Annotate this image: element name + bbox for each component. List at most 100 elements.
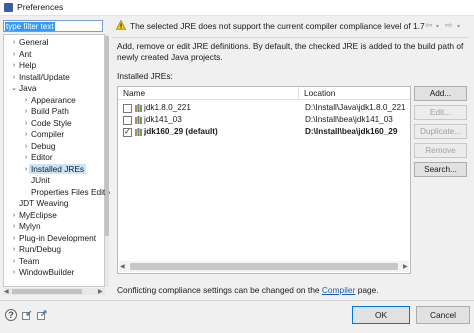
tree-item-label: Debug	[31, 140, 56, 151]
collapsed-chevron-icon[interactable]: ›	[22, 164, 30, 175]
table-scroll-left-icon[interactable]: ◀	[120, 263, 125, 270]
cancel-button[interactable]: Cancel	[416, 306, 470, 324]
ok-button[interactable]: OK	[352, 306, 410, 324]
tree-item[interactable]: › Code Style	[25, 118, 72, 129]
tree-item[interactable]: › Build Path	[25, 106, 69, 117]
tree-item[interactable]: › Help	[13, 60, 36, 71]
collapsed-chevron-icon[interactable]: ›	[10, 49, 18, 60]
remove-button[interactable]: Remove	[414, 143, 467, 158]
tree-item-label: Appearance	[31, 94, 76, 105]
tree-item[interactable]: Properties Files Edito	[31, 187, 110, 198]
tree-item[interactable]: › Run/Debug	[13, 244, 61, 255]
scroll-right-arrow-icon[interactable]: ▶	[98, 288, 103, 295]
jre-row[interactable]: jdk1.8.0_221 D:\Install\Java\jdk1.8.0_221	[118, 102, 410, 114]
tree-item[interactable]: › Editor	[25, 152, 53, 163]
jre-location: D:\Install\bea\jdk141_03	[305, 115, 393, 124]
collapsed-chevron-icon[interactable]: ›	[10, 37, 18, 48]
tree-item[interactable]: › MyEclipse	[13, 210, 57, 221]
footer-separator	[0, 300, 474, 301]
tree-item-label: Build Path	[31, 106, 69, 116]
tree-item-label: Ant	[19, 48, 32, 59]
tree-item[interactable]: › Installed JREs	[25, 163, 87, 175]
filter-text: type filter text	[5, 22, 55, 31]
jre-name: jdk1.8.0_221	[144, 103, 191, 112]
tree-item[interactable]: › Ant	[13, 48, 32, 60]
tree-item-label: Editor	[31, 152, 53, 162]
tree-item[interactable]: JUnit	[31, 175, 50, 186]
tree-item[interactable]: › Install/Update	[13, 71, 70, 83]
jre-checkbox[interactable]	[123, 116, 132, 125]
title-separator	[0, 15, 474, 16]
tree-item[interactable]: › Compiler	[25, 129, 65, 140]
collapsed-chevron-icon[interactable]: ›	[10, 233, 18, 244]
tree-item[interactable]: ⌄ Java	[11, 83, 37, 94]
collapsed-chevron-icon[interactable]: ›	[10, 267, 18, 278]
collapsed-chevron-icon[interactable]: ›	[10, 210, 18, 221]
table-horizontal-scrollbar[interactable]: ◀ ▶	[119, 261, 409, 272]
tree-item[interactable]: › General	[13, 37, 49, 48]
tree-item[interactable]: › Team	[13, 255, 40, 267]
add-button[interactable]: Add...	[414, 86, 467, 101]
table-scroll-thumb[interactable]	[130, 263, 398, 270]
help-icon[interactable]: ?	[5, 309, 17, 321]
tree-item[interactable]: JDT Weaving	[19, 198, 69, 209]
compliance-note: Conflicting compliance settings can be c…	[117, 285, 379, 295]
forward-menu-chevron-icon[interactable]: ▾	[457, 23, 460, 30]
duplicate-button[interactable]: Duplicate...	[414, 124, 467, 139]
collapsed-chevron-icon[interactable]: ›	[22, 118, 30, 129]
preferences-tree[interactable]: › General › Ant › Help › Install/Update ⌄ Java › Ap…	[3, 34, 110, 287]
collapsed-chevron-icon[interactable]: ›	[10, 256, 18, 267]
tree-item-label: Properties Files Edito	[31, 186, 110, 197]
tree-vertical-scroll-thumb[interactable]	[105, 36, 109, 236]
jre-row[interactable]: jdk141_03 D:\Install\bea\jdk141_03	[118, 114, 410, 126]
collapsed-chevron-icon[interactable]: ›	[22, 106, 30, 117]
warning-message: The selected JRE does not support the cu…	[130, 21, 425, 31]
collapsed-chevron-icon[interactable]: ›	[22, 129, 30, 140]
collapsed-chevron-icon[interactable]: ›	[10, 60, 18, 71]
jre-checkbox[interactable]	[123, 126, 132, 138]
tree-item[interactable]: › Mylyn	[13, 221, 41, 232]
back-menu-chevron-icon[interactable]: ▾	[436, 23, 439, 30]
window-title: Preferences	[17, 2, 64, 12]
app-icon	[4, 3, 13, 12]
column-header-name[interactable]: Name	[118, 87, 299, 100]
jre-table[interactable]: Name Location jdk1.8.0_221 D:\Install\Jav…	[117, 86, 411, 274]
page-description: Add, remove or edit JRE definitions. By …	[117, 41, 464, 62]
collapsed-chevron-icon[interactable]: ›	[10, 221, 18, 232]
table-scroll-right-icon[interactable]: ▶	[403, 263, 408, 270]
collapsed-chevron-icon[interactable]: ›	[10, 244, 18, 255]
header-separator	[113, 37, 468, 38]
compiler-link[interactable]: Compiler	[322, 285, 356, 295]
forward-arrow-icon[interactable]: ⇨	[445, 20, 453, 31]
import-icon[interactable]	[22, 310, 32, 320]
jre-checkbox[interactable]	[123, 104, 132, 113]
tree-item-label: Mylyn	[19, 221, 41, 231]
collapsed-chevron-icon[interactable]: ›	[22, 141, 30, 152]
search-button[interactable]: Search...	[414, 162, 467, 177]
back-arrow-icon[interactable]: ⇦	[425, 20, 433, 31]
tree-item-label: JDT Weaving	[19, 198, 69, 208]
tree-item[interactable]: › WindowBuilder	[13, 267, 75, 278]
collapsed-chevron-icon[interactable]: ›	[10, 72, 18, 83]
tree-item-label: Installed JREs	[29, 163, 87, 174]
column-header-location[interactable]: Location	[299, 87, 410, 100]
export-icon[interactable]	[37, 310, 47, 320]
filter-input[interactable]: type filter text	[3, 20, 103, 32]
tree-item-label: Java	[19, 83, 37, 93]
tree-item[interactable]: › Appearance	[25, 94, 76, 106]
expanded-chevron-icon[interactable]: ⌄	[10, 83, 18, 94]
collapsed-chevron-icon[interactable]: ›	[22, 152, 30, 163]
collapsed-chevron-icon[interactable]: ›	[22, 95, 30, 106]
tree-item-label: Team	[19, 255, 40, 266]
tree-item-label: Compiler	[31, 129, 65, 139]
tree-item-label: General	[19, 37, 49, 47]
jre-row[interactable]: jdk160_29 (default) D:\Install\bea\jdk160…	[118, 126, 410, 138]
scroll-left-arrow-icon[interactable]: ◀	[4, 288, 9, 295]
edit-button[interactable]: Edit...	[414, 105, 467, 120]
tree-item-label: Install/Update	[19, 71, 70, 82]
tree-item[interactable]: › Debug	[25, 140, 56, 152]
installed-jres-label: Installed JREs:	[117, 71, 173, 81]
tree-item-label: Run/Debug	[19, 244, 61, 254]
tree-horizontal-scroll-thumb[interactable]	[12, 289, 82, 294]
tree-item[interactable]: › Plug-in Development	[13, 233, 96, 244]
